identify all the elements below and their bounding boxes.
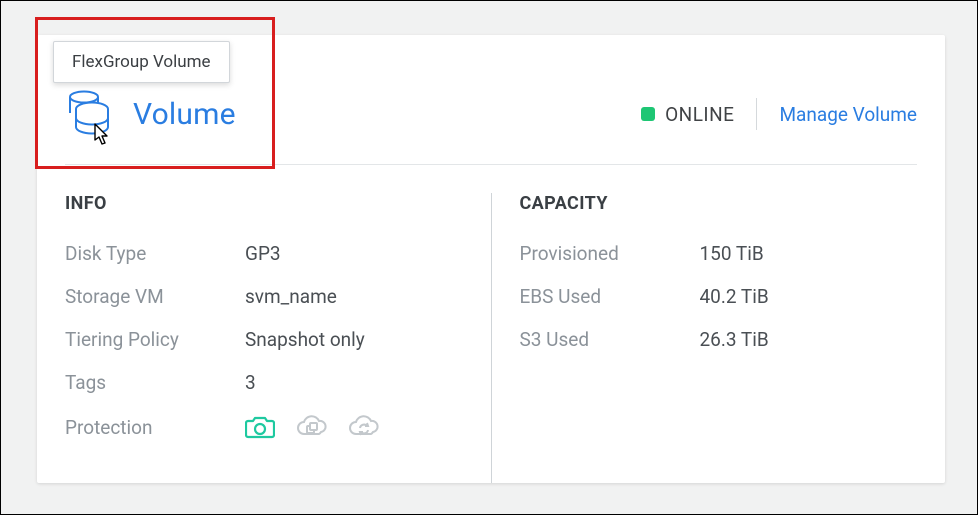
volume-icon[interactable] [65, 89, 115, 139]
snapshot-icon[interactable] [245, 414, 275, 440]
label: EBS Used [520, 285, 700, 308]
page-title: Volume [133, 97, 236, 132]
backup-cloud-icon[interactable] [295, 414, 327, 440]
separator [756, 98, 757, 130]
value: 26.3 TiB [700, 328, 769, 351]
info-row-tiering-policy: Tiering Policy Snapshot only [65, 328, 463, 351]
capacity-row-s3-used: S3 Used 26.3 TiB [520, 328, 918, 351]
column-divider [491, 193, 492, 483]
info-column: INFO Disk Type GP3 Storage VM svm_name T… [65, 193, 463, 483]
value: Snapshot only [245, 328, 365, 351]
label: Protection [65, 416, 245, 439]
manage-volume-link[interactable]: Manage Volume [779, 103, 917, 126]
capacity-row-ebs-used: EBS Used 40.2 TiB [520, 285, 918, 308]
volume-card: FlexGroup Volume [37, 35, 945, 483]
title-left: Volume [65, 89, 236, 139]
status-badge: ONLINE [641, 103, 734, 126]
capacity-column: CAPACITY Provisioned 150 TiB EBS Used 40… [520, 193, 918, 483]
value: 3 [245, 371, 256, 394]
value: 150 TiB [700, 242, 764, 265]
status-text: ONLINE [665, 103, 734, 126]
info-row-storage-vm: Storage VM svm_name [65, 285, 463, 308]
status-dot-icon [641, 107, 655, 121]
info-row-protection: Protection [65, 414, 463, 440]
info-title: INFO [65, 193, 463, 214]
replicate-cloud-icon[interactable] [347, 414, 379, 440]
flexgroup-tooltip: FlexGroup Volume [53, 41, 230, 83]
tooltip-text: FlexGroup Volume [72, 52, 211, 72]
label: Tags [65, 371, 245, 394]
info-row-disk-type: Disk Type GP3 [65, 242, 463, 265]
label: Disk Type [65, 242, 245, 265]
capacity-title: CAPACITY [520, 193, 918, 214]
label: S3 Used [520, 328, 700, 351]
value: svm_name [245, 285, 337, 308]
label: Tiering Policy [65, 328, 245, 351]
stage: FlexGroup Volume [0, 0, 978, 515]
protection-icons [245, 414, 379, 440]
capacity-row-provisioned: Provisioned 150 TiB [520, 242, 918, 265]
title-right: ONLINE Manage Volume [641, 98, 917, 130]
value: 40.2 TiB [700, 285, 769, 308]
label: Storage VM [65, 285, 245, 308]
info-row-tags: Tags 3 [65, 371, 463, 394]
value: GP3 [245, 242, 281, 265]
card-body: INFO Disk Type GP3 Storage VM svm_name T… [37, 165, 945, 483]
label: Provisioned [520, 242, 700, 265]
header-row: Volume ONLINE Manage Volume [65, 89, 917, 139]
